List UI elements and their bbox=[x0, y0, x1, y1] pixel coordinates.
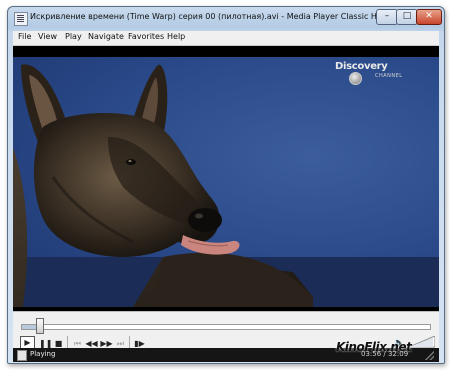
window-title: Искривление времени (Time Warp) серия 00… bbox=[30, 12, 378, 21]
seek-thumb[interactable] bbox=[36, 318, 44, 334]
dog-video-image bbox=[13, 64, 439, 307]
app-icon[interactable] bbox=[14, 12, 28, 26]
menu-bar: File View Play Navigate Favorites Help bbox=[13, 31, 439, 46]
menu-play[interactable]: Play bbox=[65, 32, 82, 41]
seek-bar[interactable] bbox=[21, 324, 431, 330]
video-area[interactable]: Discovery CHANNEL bbox=[13, 46, 439, 311]
close-button[interactable]: ✕ bbox=[416, 9, 442, 25]
menu-navigate[interactable]: Navigate bbox=[88, 32, 124, 41]
menu-file[interactable]: File bbox=[18, 32, 31, 41]
watermark: KinoFlix.net bbox=[336, 340, 412, 354]
menu-view[interactable]: View bbox=[38, 32, 57, 41]
maximize-button[interactable]: □ bbox=[396, 9, 418, 25]
player-window: Искривление времени (Time Warp) серия 00… bbox=[7, 6, 445, 364]
menu-favorites[interactable]: Favorites bbox=[128, 32, 164, 41]
logo-text: Discovery bbox=[335, 61, 388, 72]
resize-grip-icon[interactable] bbox=[425, 351, 434, 360]
status-file-icon bbox=[17, 350, 27, 361]
volume-slider[interactable] bbox=[409, 336, 435, 348]
video-frame: Discovery CHANNEL bbox=[13, 57, 439, 307]
title-bar[interactable]: Искривление времени (Time Warp) серия 00… bbox=[8, 7, 444, 31]
menu-help[interactable]: Help bbox=[167, 32, 185, 41]
globe-icon bbox=[349, 72, 362, 85]
minimize-button[interactable]: – bbox=[376, 9, 398, 25]
status-text: Playing bbox=[30, 350, 56, 358]
discovery-logo: Discovery CHANNEL bbox=[335, 61, 415, 89]
logo-subtitle: CHANNEL bbox=[375, 73, 403, 79]
